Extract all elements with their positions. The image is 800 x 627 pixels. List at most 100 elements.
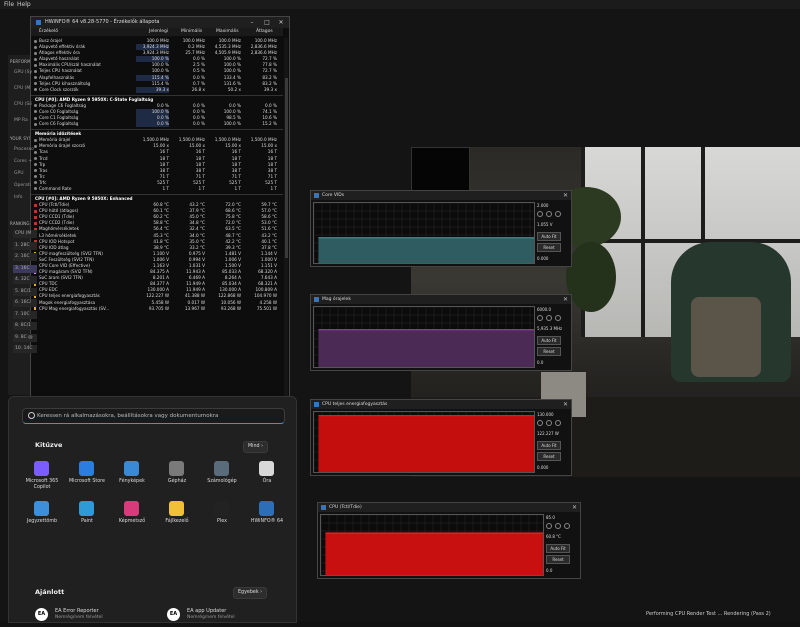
col-current[interactable]: Jelenlegi: [149, 28, 168, 36]
hwinfo-sensor-window[interactable]: HWiNFO® 64 v8.28-5770 - Érzékelők állapo…: [30, 16, 290, 404]
sensor-row[interactable]: CPU Mag energiafogyasztás (SV... 93.705 W…: [31, 306, 283, 312]
pinned-app[interactable]: Paint: [64, 501, 110, 537]
recommended-item[interactable]: EA EA app Updater Nemrég/nem felvétel: [167, 607, 267, 627]
pinned-app[interactable]: Képmetsző: [109, 501, 155, 537]
auto-fit-button[interactable]: Auto Fit: [537, 336, 561, 345]
hwinfo-scrollbar[interactable]: [284, 38, 288, 403]
scrollbar-thumb[interactable]: [284, 78, 288, 258]
minimize-button[interactable]: –: [245, 17, 259, 28]
pinned-app[interactable]: Plex: [199, 501, 245, 537]
more-button[interactable]: Egyebek ›: [233, 587, 268, 599]
menu-file[interactable]: File: [4, 1, 14, 8]
col-avg[interactable]: Átlagos: [256, 28, 273, 36]
auto-fit-button[interactable]: Auto Fit: [537, 232, 561, 241]
app-icon: [169, 501, 184, 516]
toggle-icon[interactable]: [555, 420, 561, 426]
ranking-item[interactable]: 4. 32C: [13, 276, 37, 284]
graph-current-value: 60.8 °C: [546, 534, 561, 539]
toggle-icon[interactable]: [555, 523, 561, 529]
maximize-button[interactable]: □: [260, 17, 274, 28]
ranking-item[interactable]: 7. 10C: [13, 310, 37, 319]
ranking-item[interactable]: 5. 8C/1: [13, 287, 37, 296]
ranking-item[interactable]: CPU (M: [13, 230, 37, 238]
system-item[interactable]: Processo: [14, 147, 34, 152]
system-item[interactable]: Info: [14, 195, 23, 200]
close-icon[interactable]: ✕: [563, 191, 568, 200]
clock-icon: [34, 57, 37, 61]
graph-toggle-icons[interactable]: [537, 315, 569, 321]
col-max[interactable]: Maximális: [216, 28, 239, 36]
toggle-icon[interactable]: [537, 420, 543, 426]
toggle-icon[interactable]: [537, 211, 543, 217]
performance-item[interactable]: GPU (Sy: [14, 70, 32, 75]
performance-item[interactable]: CPU (Sii: [14, 102, 32, 107]
graph-toggle-icons[interactable]: [537, 420, 569, 426]
toggle-icon[interactable]: [546, 211, 552, 217]
graph-title-bar[interactable]: Core VIDs ✕: [311, 191, 571, 200]
graph-title-bar[interactable]: Mag órajelek ✕: [311, 295, 571, 304]
toggle-icon[interactable]: [546, 420, 552, 426]
ranking-item[interactable]: 6. 16C/: [13, 299, 37, 307]
reset-button[interactable]: Reset: [537, 243, 561, 252]
pinned-app[interactable]: Gépház: [154, 461, 200, 497]
graph-title-bar[interactable]: CPU (Tctl/Tdie) ✕: [318, 503, 580, 512]
ranking-item[interactable]: 8. 8C/1: [13, 322, 37, 330]
pinned-app[interactable]: Fényképek: [109, 461, 155, 497]
toggle-icon[interactable]: [555, 211, 561, 217]
reset-button[interactable]: Reset: [546, 555, 570, 564]
pinned-app[interactable]: Fájlkezelő: [154, 501, 200, 537]
all-apps-button[interactable]: Mind ›: [243, 441, 269, 453]
hwinfo-title-bar[interactable]: HWiNFO® 64 v8.28-5770 - Érzékelők állapo…: [31, 17, 289, 28]
col-min[interactable]: Minimális: [181, 28, 202, 36]
ranking-item[interactable]: 10. 14C: [13, 345, 37, 353]
toggle-icon[interactable]: [537, 315, 543, 321]
ranking-item[interactable]: 1. 28C: [13, 241, 37, 250]
ranking-item[interactable]: 3. 16C: [13, 264, 37, 273]
toggle-icon[interactable]: [546, 315, 552, 321]
graph-window-core-vids[interactable]: Core VIDs ✕ 2.000 1.055 V Auto Fit Reset 0.000: [310, 190, 572, 267]
pinned-app[interactable]: Jegyzettömb: [19, 501, 65, 537]
pinned-app[interactable]: HWiNFO® 64: [244, 501, 290, 537]
performance-item[interactable]: CPU (M: [14, 86, 30, 91]
graph-toggle-icons[interactable]: [537, 211, 569, 217]
menu-help[interactable]: Help: [17, 1, 31, 8]
ranking-item[interactable]: 9. 8C @: [13, 333, 37, 342]
graph-min-value: 0.000: [537, 256, 549, 261]
clock-icon: [34, 88, 37, 92]
graph-min-value: 0.0: [537, 360, 544, 365]
system-item[interactable]: GPU: [14, 171, 24, 176]
close-icon[interactable]: ✕: [563, 400, 568, 409]
start-search-input[interactable]: Keressen rá alkalmazásokra, beállításokr…: [22, 408, 285, 424]
toggle-icon[interactable]: [546, 523, 552, 529]
auto-fit-button[interactable]: Auto Fit: [537, 441, 561, 450]
sensor-group-header[interactable]: CPU [#0]: AMD Ryzen 9 5950X: Enhanced: [31, 194, 283, 202]
close-button[interactable]: ✕: [274, 17, 288, 28]
toggle-icon[interactable]: [555, 315, 561, 321]
system-item[interactable]: Cores +: [14, 159, 32, 164]
sensor-group-header[interactable]: Memória időzítések: [31, 129, 283, 137]
col-sensor[interactable]: Érzékelő: [39, 28, 58, 36]
sensor-row[interactable]: Core C6 Foglaltság 0.0 % 0.0 % 100.0 % 15.2 …: [31, 121, 283, 128]
graph-title-bar[interactable]: CPU teljes energiafogyasztás ✕: [311, 400, 571, 409]
graph-window-core-clocks[interactable]: Mag órajelek ✕ 6000.0 5,935.3 MHz Auto Fit Re…: [310, 294, 572, 371]
toggle-icon[interactable]: [564, 523, 570, 529]
auto-fit-button[interactable]: Auto Fit: [546, 544, 570, 553]
ranking-item[interactable]: 2. 16C: [13, 253, 37, 261]
reset-button[interactable]: Reset: [537, 452, 561, 461]
graph-window-cpu-power[interactable]: CPU teljes energiafogyasztás ✕ 130.000 122.…: [310, 399, 572, 476]
sensor-row[interactable]: Core Clock szorzók 39.3 x 26.8 x 50.2 x 39.3…: [31, 86, 283, 93]
pinned-app[interactable]: Óra: [244, 461, 290, 497]
recommended-item[interactable]: EA EA Error Reporter Nemrég/nem felvétel: [35, 607, 135, 627]
reset-button[interactable]: Reset: [537, 347, 561, 356]
graph-toggle-icons[interactable]: [546, 523, 578, 529]
pinned-app[interactable]: Microsoft Store: [64, 461, 110, 497]
pinned-app[interactable]: Microsoft 365 Copilot: [19, 461, 65, 497]
pinned-app[interactable]: Számológép: [199, 461, 245, 497]
close-icon[interactable]: ✕: [572, 503, 577, 512]
sensor-row[interactable]: Command Rate 1 T 1 T 1 T 1 T: [31, 186, 283, 192]
close-icon[interactable]: ✕: [563, 295, 568, 304]
system-item[interactable]: Operati: [14, 183, 31, 188]
performance-item[interactable]: MP Ra: [14, 118, 28, 123]
graph-window-cpu-temp[interactable]: CPU (Tctl/Tdie) ✕ 85.0 60.8 °C Auto Fit Reset…: [317, 502, 581, 579]
sensor-group-header[interactable]: CPU [#0]: AMD Ryzen 9 5950X: C-State Fog…: [31, 94, 283, 103]
